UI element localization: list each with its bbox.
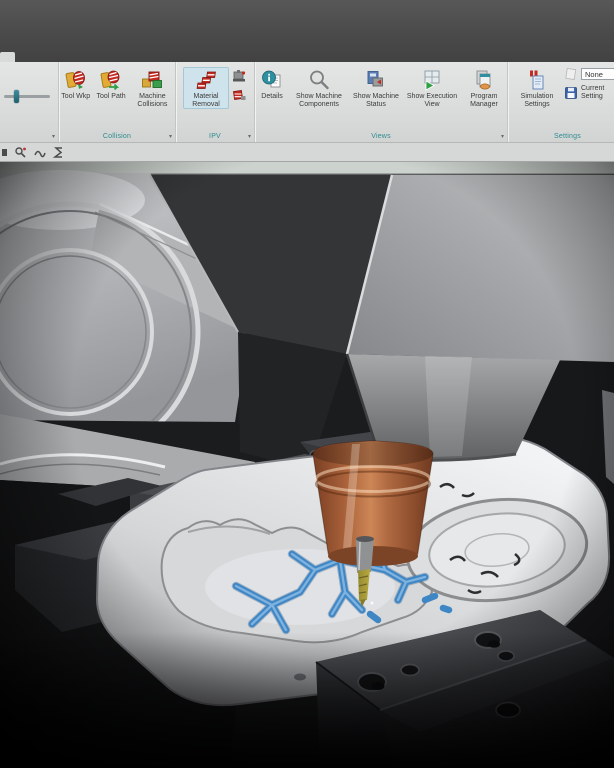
group-label: Settings [508, 133, 614, 140]
button-label: Machine Collisions [130, 93, 175, 108]
show-machine-status-button[interactable]: Show Machine Status [349, 67, 403, 109]
group-label: Collision [59, 133, 175, 140]
group-launcher-icon[interactable]: ▾ [501, 134, 504, 140]
save-icon[interactable] [564, 86, 578, 100]
button-label: Tool Wkp [61, 93, 90, 101]
details-icon [260, 68, 284, 92]
magnifier-icon [307, 68, 331, 92]
group-launcher-icon[interactable]: ▾ [52, 134, 55, 140]
collapsed-tab[interactable] [0, 52, 15, 62]
quick-icon-2[interactable] [14, 146, 27, 159]
material-removal-icon [194, 68, 218, 92]
machine-collisions-button[interactable]: Machine Collisions [130, 67, 175, 109]
tool-path-button[interactable]: Tool Path [94, 67, 127, 102]
machine-collisions-icon [140, 68, 164, 92]
tool-wkp-button[interactable]: Tool Wkp [59, 67, 92, 102]
program-manager-button[interactable]: Program Manager [461, 67, 507, 109]
button-label: Material Removal [184, 93, 228, 108]
bottom-fade [0, 632, 614, 768]
button-label: Simulation Settings [514, 93, 560, 108]
app-window: { "ribbon": { "launcher_glyph": "▾", "sl… [0, 0, 614, 768]
simulation-speed-slider[interactable] [4, 95, 50, 98]
simulation-viewport[interactable] [0, 162, 614, 768]
toolpath-collision-icon [99, 68, 123, 92]
material-removal-button[interactable]: Material Removal [183, 67, 229, 109]
details-button[interactable]: Details [255, 67, 289, 102]
program-manager-icon [472, 68, 496, 92]
button-label: Show Machine Components [291, 93, 347, 108]
quick-icon-4[interactable] [52, 146, 65, 159]
quick-icon-3[interactable] [33, 146, 46, 159]
slider-handle[interactable] [14, 90, 19, 103]
ribbon-group-settings: Simulation Settings None Current Setting [508, 62, 614, 142]
button-label: Show Execution View [405, 93, 459, 108]
ribbon-group-ipv: Material Removal IPV ▾ [176, 62, 255, 142]
group-label: IPV [176, 133, 254, 140]
tool-workpiece-collision-icon [64, 68, 88, 92]
group-label: Views [255, 133, 507, 140]
execution-view-icon [420, 68, 444, 92]
simulation-settings-button[interactable]: Simulation Settings [514, 67, 560, 109]
ipv-option-icon-1[interactable] [231, 68, 247, 84]
simulation-settings-icon [525, 68, 549, 92]
simulation-speed-cell: ▾ [0, 62, 59, 142]
setting-doc-icon [564, 67, 578, 81]
current-setting-label: Current Setting [581, 85, 614, 100]
ribbon-group-views: Details Show Machine Components Show Mac… [255, 62, 508, 142]
group-launcher-icon[interactable]: ▾ [248, 134, 251, 140]
button-label: Show Machine Status [349, 93, 403, 108]
button-label: Program Manager [461, 93, 507, 108]
button-label: Details [261, 93, 282, 101]
quick-icon-1[interactable] [2, 146, 8, 159]
machine-simulation-scene [0, 162, 614, 768]
machine-status-icon [364, 68, 388, 92]
current-setting-dropdown[interactable]: None [581, 68, 614, 80]
window-top-bar [0, 0, 614, 62]
quick-toolbar [0, 143, 614, 162]
ipv-option-icon-2[interactable] [231, 86, 247, 102]
show-machine-components-button[interactable]: Show Machine Components [291, 67, 347, 109]
show-execution-view-button[interactable]: Show Execution View [405, 67, 459, 109]
button-label: Tool Path [97, 93, 126, 101]
group-launcher-icon[interactable]: ▾ [169, 134, 172, 140]
ribbon-group-collision: Tool Wkp Tool Path Machine Colli [59, 62, 176, 142]
ribbon-toolbar: ▾ Tool Wkp Tool Path [0, 62, 614, 143]
